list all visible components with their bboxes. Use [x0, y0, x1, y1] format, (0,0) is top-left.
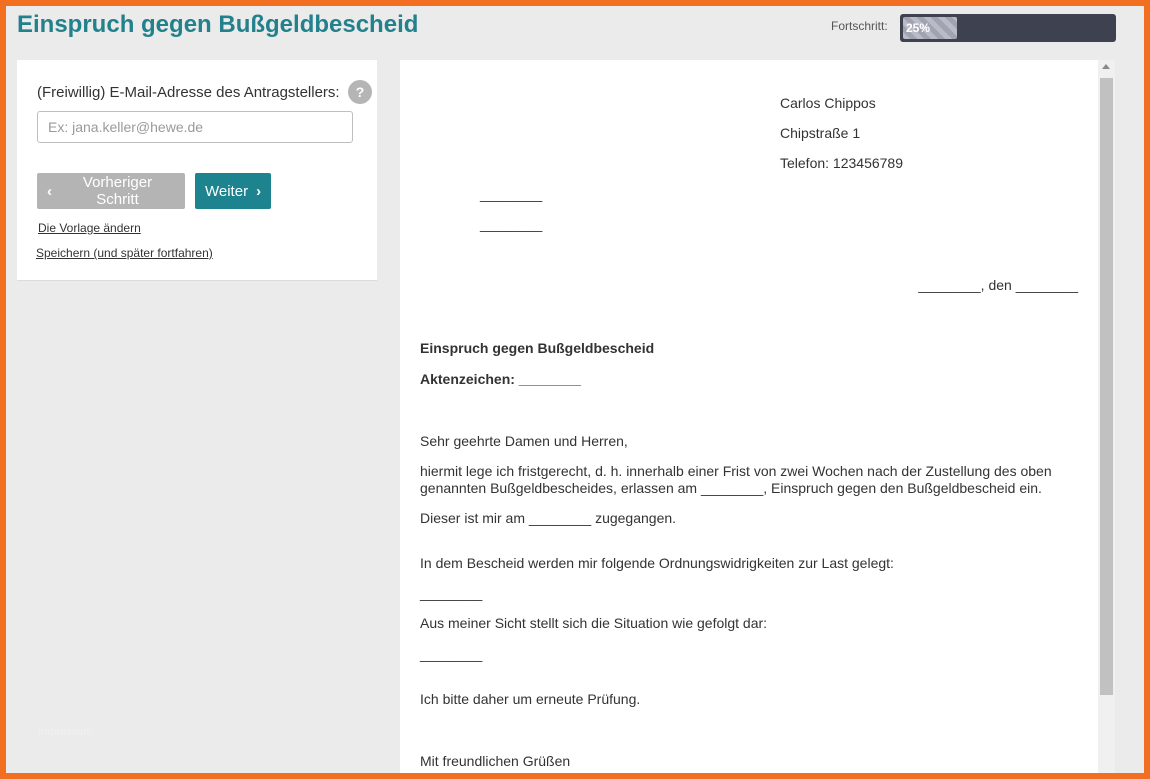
chevron-right-icon: › — [256, 182, 262, 200]
blank-line-2: ________ — [420, 646, 483, 662]
previous-step-label: Vorheriger Schritt — [82, 174, 153, 208]
change-template-link[interactable]: Die Vorlage ändern — [38, 221, 141, 235]
paragraph-5: Ich bitte daher um erneute Prüfung. — [420, 691, 641, 707]
salutation: Sehr geehrte Damen und Herren, — [420, 433, 628, 449]
paragraph-2: Dieser ist mir am ________ zugegangen. — [420, 510, 677, 526]
previous-step-button[interactable]: ‹ Vorheriger Schritt — [37, 173, 185, 209]
scroll-up-icon[interactable] — [1102, 64, 1110, 69]
closing: Mit freundlichen Grüßen — [420, 753, 571, 769]
blank-line-1: ________ — [420, 585, 483, 601]
recipient-line-1: ________ — [480, 186, 543, 202]
form-panel: (Freiwillig) E-Mail-Adresse des Antragst… — [17, 60, 377, 281]
email-field-label: (Freiwillig) E-Mail-Adresse des Antragst… — [37, 84, 340, 101]
next-label: Weiter — [205, 182, 249, 200]
paragraph-3: In dem Bescheid werden mir folgende Ordn… — [420, 555, 894, 571]
document-scrollbar[interactable] — [1098, 60, 1115, 773]
sender-name: Carlos Chippos — [780, 95, 876, 111]
paragraph-4: Aus meiner Sicht stellt sich die Situati… — [420, 615, 768, 631]
paragraph-1-line-1: hiermit lege ich fristgerecht, d. h. inn… — [420, 463, 1052, 479]
save-later-link[interactable]: Speichern (und später fortfahren) — [36, 246, 213, 260]
sender-street: Chipstraße 1 — [780, 125, 861, 141]
progress-percent: 25% — [906, 21, 931, 35]
chevron-left-icon: ‹ — [47, 182, 52, 200]
progress-label: Fortschritt: — [831, 19, 888, 33]
email-input[interactable] — [37, 111, 353, 143]
footer-text[interactable]: Impressum — [38, 726, 92, 738]
help-icon[interactable]: ? — [348, 80, 372, 104]
recipient-line-2: ________ — [480, 216, 543, 232]
reference-number: Aktenzeichen: ________ — [420, 371, 582, 387]
app-frame: Einspruch gegen Bußgeldbescheid Fortschr… — [6, 6, 1144, 773]
date-line: ________, den ________ — [918, 277, 1078, 293]
document-preview: Carlos Chippos Chipstraße 1 Telefon: 123… — [400, 60, 1098, 773]
page-title: Einspruch gegen Bußgeldbescheid — [17, 11, 419, 38]
paragraph-1-line-2: genannten Bußgeldbescheides, erlassen am… — [420, 480, 1042, 496]
next-button[interactable]: Weiter › — [195, 173, 271, 209]
sender-phone: Telefon: 123456789 — [780, 155, 903, 171]
letter-subject: Einspruch gegen Bußgeldbescheid — [420, 340, 655, 356]
scroll-thumb[interactable] — [1100, 78, 1113, 695]
progress-bar: 25% — [900, 14, 1116, 42]
